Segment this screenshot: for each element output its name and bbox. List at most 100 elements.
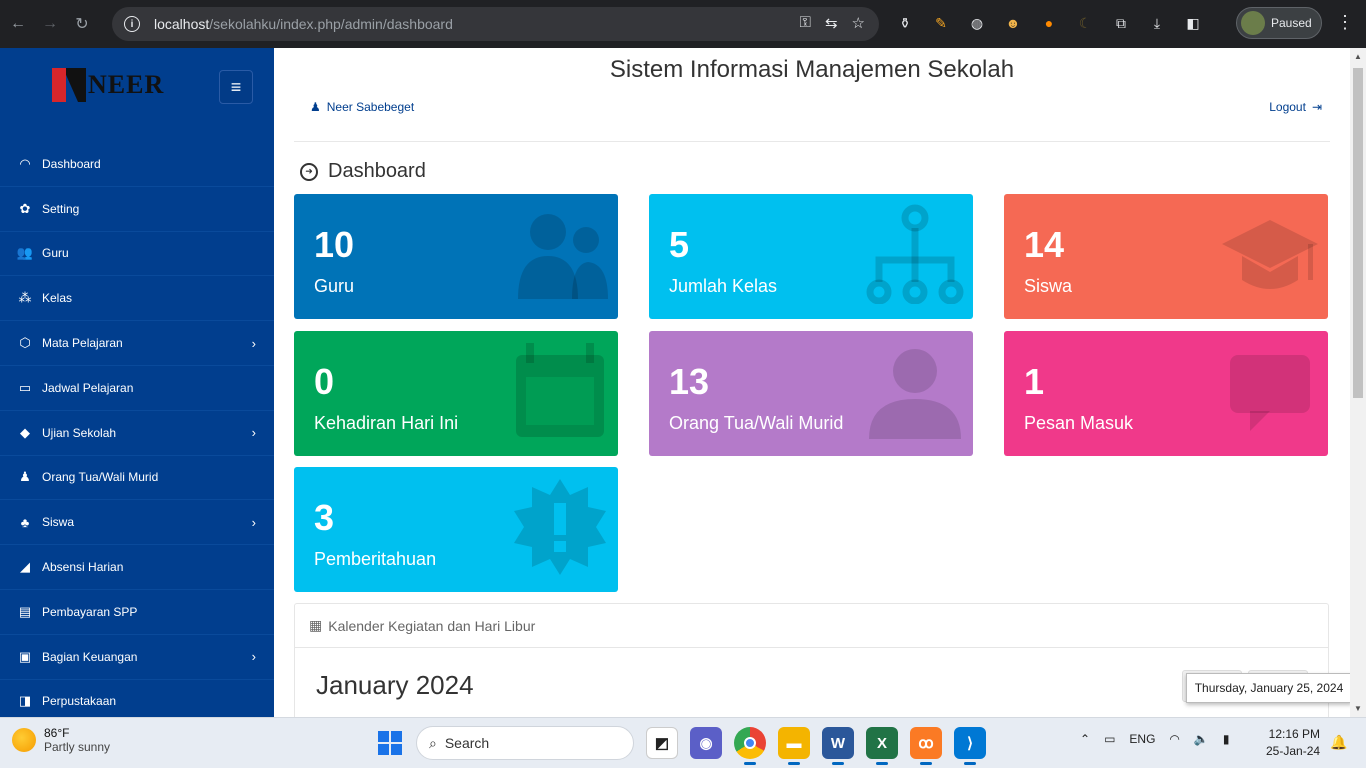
briefcase-icon: ▣ — [18, 648, 32, 664]
windows-start-icon[interactable] — [378, 731, 402, 755]
chevron-up-icon[interactable]: ⌃ — [1080, 732, 1090, 746]
menu-toggle-icon[interactable]: ≡ — [219, 70, 253, 104]
sidebar-item-setting[interactable]: ✿ Setting — [0, 187, 274, 232]
sidebar-item-orang-tua[interactable]: ♟ Orang Tua/Wali Murid — [0, 456, 274, 501]
meet-icon[interactable]: ◉ — [690, 727, 722, 759]
sidebar-item-dashboard[interactable]: ◠ Dashboard — [0, 142, 274, 187]
pen-extension-icon[interactable]: ✎ — [932, 12, 950, 34]
clock[interactable]: 12:16 PM 25-Jan-24 — [1266, 726, 1320, 760]
chrome-icon[interactable] — [734, 727, 766, 765]
stat-label: Jumlah Kelas — [669, 276, 778, 296]
back-icon[interactable]: ← — [4, 10, 32, 38]
stat-value: 1 — [1024, 361, 1045, 402]
sidebar-item-ujian-sekolah[interactable]: ◆ Ujian Sekolah › — [0, 411, 274, 456]
scroll-down-icon[interactable]: ▼ — [1354, 704, 1362, 713]
sidebar-item-guru[interactable]: 👥 Guru — [0, 232, 274, 277]
gear-icon: ✿ — [19, 200, 31, 216]
task-view-icon[interactable]: ◩ — [646, 727, 678, 759]
side-panel-icon[interactable]: ◧ — [1184, 12, 1202, 34]
reload-icon[interactable]: ↻ — [68, 10, 96, 38]
vscode-icon[interactable]: ⟩ — [954, 727, 986, 765]
stat-card-siswa[interactable]: 14 Siswa — [1004, 194, 1328, 319]
sidebar-item-bagian-keuangan[interactable]: ▣ Bagian Keuangan › — [0, 635, 274, 680]
sidebar-menu: ◠ Dashboard ✿ Setting 👥 Guru ⁂ Kelas ⬡ M… — [0, 142, 274, 717]
volume-icon[interactable]: 🔈 — [1194, 732, 1209, 746]
scrollbar[interactable]: ▲ ▼ — [1350, 48, 1366, 717]
extension-icon[interactable]: ⚱ — [896, 12, 914, 34]
sidebar-item-label: Absensi Harian — [42, 560, 124, 575]
users-icon — [518, 214, 608, 299]
sidebar-item-label: Jadwal Pelajaran — [42, 380, 134, 395]
stat-value: 0 — [314, 361, 335, 402]
tag-icon: ⬡ — [19, 335, 31, 351]
owl-extension-icon[interactable]: ☻ — [1004, 12, 1022, 34]
address-bar[interactable]: i localhost/sekolahku/index.php/admin/da… — [112, 7, 879, 41]
stat-value: 14 — [1024, 224, 1065, 265]
search-label: Search — [444, 735, 490, 751]
stat-card-pesan-masuk[interactable]: 1 Pesan Masuk — [1004, 331, 1328, 456]
file-explorer-icon[interactable]: ▬ — [778, 727, 810, 765]
chevron-right-icon: › — [251, 425, 256, 441]
puzzle-icon[interactable]: ⧉ — [1112, 12, 1130, 34]
sidebar-item-label: Mata Pelajaran — [42, 336, 123, 351]
stat-label: Siswa — [1024, 276, 1073, 296]
gauge-icon: ◠ — [19, 155, 31, 171]
stat-card-orang-tua[interactable]: 13 Orang Tua/Wali Murid — [649, 331, 973, 456]
language-indicator[interactable]: ENG — [1129, 732, 1155, 746]
sidebar-item-label: Pembayaran SPP — [42, 604, 138, 619]
bulb-extension-icon[interactable]: ◍ — [968, 12, 986, 34]
sidebar-item-perpustakaan[interactable]: ◨ Perpustakaan — [0, 680, 274, 717]
taskbar-search[interactable]: ⌕ Search — [416, 726, 634, 760]
sidebar-item-label: Dashboard — [42, 156, 101, 171]
site-info-icon[interactable]: i — [124, 16, 140, 32]
calendar-panel: ▦ Kalender Kegiatan dan Hari Libur Janua… — [294, 603, 1329, 717]
logout-link[interactable]: Logout ⇥ — [1269, 100, 1322, 114]
more-menu-icon[interactable]: ⋮ — [1336, 12, 1354, 33]
brand-logo[interactable]: NEER — [52, 68, 164, 102]
scroll-thumb[interactable] — [1353, 68, 1363, 398]
stat-value: 3 — [314, 497, 335, 538]
battery-icon[interactable]: ▮ — [1223, 732, 1230, 746]
key-icon[interactable]: ⚿ — [800, 14, 811, 32]
stat-label: Guru — [314, 276, 355, 296]
sidebar-item-label: Setting — [42, 201, 80, 216]
scroll-up-icon[interactable]: ▲ — [1354, 52, 1362, 61]
sidebar-item-label: Ujian Sekolah — [42, 425, 117, 440]
stat-card-kehadiran[interactable]: 0 Kehadiran Hari Ini — [294, 331, 618, 456]
sidebar-item-jadwal-pelajaran[interactable]: ▭ Jadwal Pelajaran — [0, 366, 274, 411]
notification-bell-icon[interactable]: 🔔 — [1330, 734, 1347, 751]
stat-card-pemberitahuan[interactable]: 3 Pemberitahuan — [294, 467, 618, 592]
stat-value: 5 — [669, 224, 690, 265]
comment-icon — [1230, 355, 1310, 431]
word-icon[interactable]: W — [822, 727, 854, 765]
sidebar-item-siswa[interactable]: ♣ Siswa › — [0, 500, 274, 546]
capsule-extension-icon[interactable]: ● — [1040, 12, 1058, 34]
tablet-icon[interactable]: ▭ — [1104, 732, 1115, 746]
user-link[interactable]: ♟ Neer Sabebeget — [310, 100, 414, 114]
translate-icon[interactable]: ⇆ — [825, 14, 838, 32]
download-icon[interactable]: ⤓ — [1148, 12, 1166, 34]
url-text[interactable]: localhost/sekolahku/index.php/admin/dash… — [154, 16, 453, 32]
stat-value: 13 — [669, 361, 710, 402]
moon-extension-icon[interactable]: ☾ — [1076, 12, 1094, 34]
sidebar-item-kelas[interactable]: ⁂ Kelas — [0, 276, 274, 322]
weather-widget[interactable]: 86°F Partly sunny — [12, 726, 110, 754]
wifi-icon[interactable]: ◠ — [1169, 732, 1179, 746]
calendar-icon — [516, 343, 604, 437]
stat-label: Pesan Masuk — [1024, 413, 1134, 433]
stat-card-jumlah-kelas[interactable]: 5 Jumlah Kelas — [649, 194, 973, 319]
chevron-right-icon: › — [251, 649, 256, 665]
sidebar-item-pembayaran-spp[interactable]: ▤ Pembayaran SPP — [0, 590, 274, 635]
calendar-icon: ▭ — [18, 379, 32, 395]
profile-button[interactable]: Paused — [1236, 7, 1322, 39]
sidebar-item-absensi-harian[interactable]: ◢ Absensi Harian — [0, 545, 274, 590]
calendar-icon: ▦ — [309, 617, 323, 633]
xampp-icon[interactable]: ꝏ — [910, 727, 942, 765]
taskbar-apps: ◩ ◉ ▬ W X ꝏ ⟩ — [646, 727, 986, 765]
forward-icon[interactable]: → — [36, 10, 64, 38]
sidebar-item-mata-pelajaran[interactable]: ⬡ Mata Pelajaran › — [0, 321, 274, 366]
stat-card-guru[interactable]: 10 Guru — [294, 194, 618, 319]
star-icon[interactable]: ☆ — [852, 14, 865, 32]
logout-label: Logout — [1269, 100, 1306, 114]
excel-icon[interactable]: X — [866, 727, 898, 765]
